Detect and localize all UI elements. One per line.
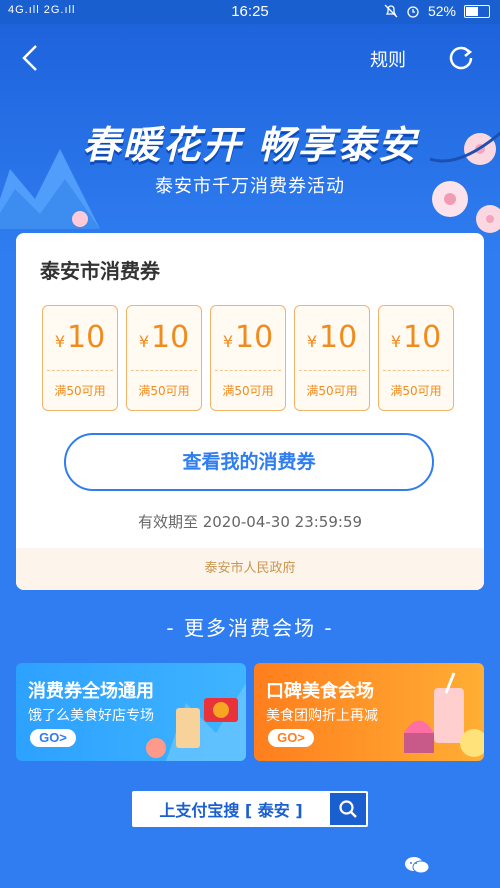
search-icon (339, 800, 357, 818)
coupon-currency: ¥ (138, 332, 149, 351)
coupon-card: 泰安市消费券 ¥10 满50可用 ¥10 满50可用 ¥10 满50可用 ¥10… (16, 233, 484, 590)
coupon-currency: ¥ (54, 332, 65, 351)
coupon-item[interactable]: ¥10 满50可用 (294, 305, 370, 411)
banner-eleme[interactable]: 消费券全场通用 饿了么美食好店专场 GO> (16, 663, 246, 761)
coupon-condition: 满50可用 (390, 384, 442, 398)
search-button[interactable] (330, 793, 366, 825)
view-my-coupons-button[interactable]: 查看我的消费券 (64, 433, 434, 491)
coupon-condition: 满50可用 (54, 384, 106, 398)
coupon-condition: 满50可用 (138, 384, 190, 398)
search-text: 上支付宝搜 [ 泰安 ] (159, 801, 303, 820)
coupon-amount: 10 (403, 320, 442, 355)
coupon-amount: 10 (235, 320, 274, 355)
mute-icon (384, 4, 398, 18)
banner-title: 消费券全场通用 (28, 681, 154, 702)
coupon-currency: ¥ (306, 332, 317, 351)
coupon-condition: 满50可用 (306, 384, 358, 398)
coupon-amount: 10 (319, 320, 358, 355)
coupon-item[interactable]: ¥10 满50可用 (42, 305, 118, 411)
coupon-condition: 满50可用 (222, 384, 274, 398)
battery-icon (464, 4, 490, 18)
coupon-currency: ¥ (390, 332, 401, 351)
banner-subtitle: 饿了么美食好店专场 (28, 708, 154, 724)
coupon-item[interactable]: ¥10 满50可用 (126, 305, 202, 411)
coupon-item[interactable]: ¥10 满50可用 (210, 305, 286, 411)
go-button[interactable]: GO> (30, 729, 76, 747)
status-bar: 4G.ıll 2G.ıll 16:25 52% (0, 0, 500, 24)
status-right: 52% (384, 3, 490, 19)
battery-percent: 52% (427, 3, 456, 19)
coupon-amount: 10 (67, 320, 106, 355)
banner-title: 口碑美食会场 (266, 681, 374, 702)
coupon-list: ¥10 满50可用 ¥10 满50可用 ¥10 满50可用 ¥10 满50可用 … (42, 305, 454, 411)
issuer-footer: 泰安市人民政府 (16, 548, 484, 590)
more-venues-title: - 更多消费会场 - (166, 616, 334, 640)
alarm-icon (407, 6, 419, 18)
hero-banner: 规则 春暖花开 畅享泰安 泰安市千万消费券活动 (0, 24, 500, 254)
coupon-item[interactable]: ¥10 满50可用 (378, 305, 454, 411)
refresh-icon[interactable] (447, 44, 475, 72)
hero-title: 春暖花开 畅享泰安 (82, 123, 418, 167)
back-arrow-icon[interactable] (18, 44, 42, 72)
hero-subtitle: 泰安市千万消费券活动 (155, 176, 345, 197)
alipay-search-box[interactable]: 上支付宝搜 [ 泰安 ] (132, 791, 368, 827)
validity-text: 有效期至 2020-04-30 23:59:59 (137, 513, 363, 531)
card-title: 泰安市消费券 (40, 259, 160, 283)
rule-link[interactable]: 规则 (370, 46, 406, 72)
wechat-icon (405, 857, 430, 874)
dessert-illustration (404, 672, 484, 757)
coupon-amount: 10 (151, 320, 190, 355)
banner-koubei[interactable]: 口碑美食会场 美食团购折上再减 GO> (254, 663, 484, 761)
go-button[interactable]: GO> (268, 729, 314, 747)
banner-subtitle: 美食团购折上再减 (266, 708, 378, 724)
coupon-currency: ¥ (222, 332, 233, 351)
